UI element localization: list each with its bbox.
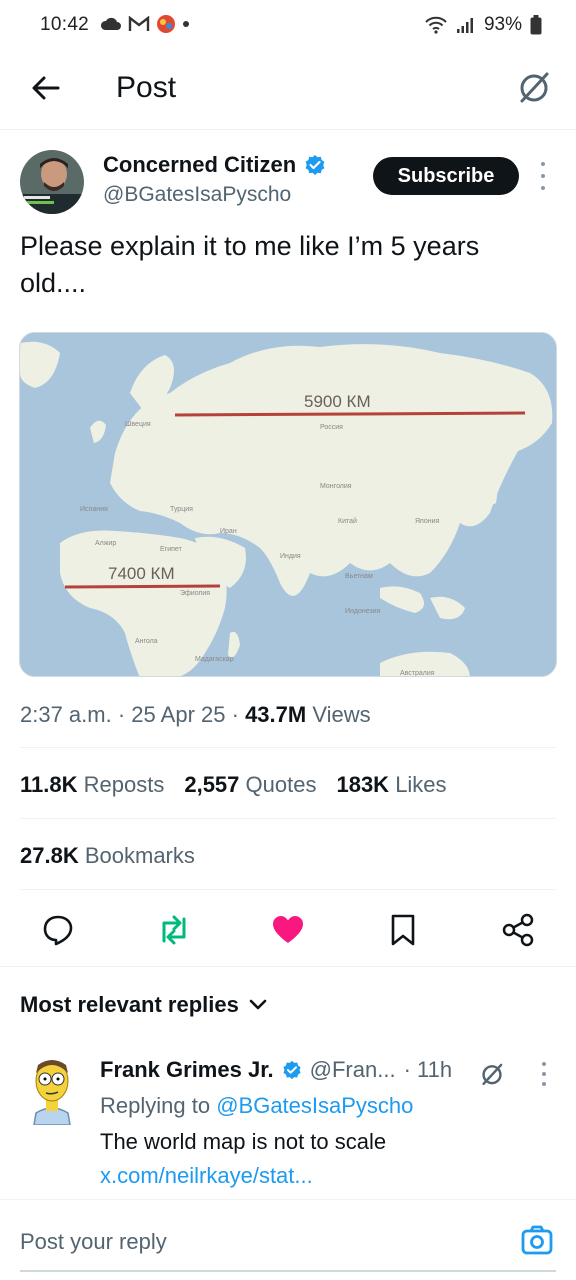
status-time: 10:42	[40, 14, 90, 35]
post-meta: 2:37 a.m. · 25 Apr 25 · 43.7M Views	[20, 702, 371, 727]
reply-author-row[interactable]: Frank Grimes Jr. @Fran... · 11h	[100, 1057, 452, 1083]
views-count: 43.7M	[245, 702, 307, 727]
section-divider	[0, 966, 576, 967]
grok-icon[interactable]	[478, 1060, 506, 1088]
verified-badge-icon	[283, 1060, 301, 1080]
cloud-icon	[100, 17, 121, 30]
reply-input[interactable]: Post your reply	[20, 1229, 167, 1255]
post-image-map[interactable]: Россия Швеция Испания Турция Иран Монгол…	[19, 332, 557, 677]
divider	[20, 889, 556, 890]
bookmark-icon	[391, 914, 415, 946]
system-status: 93%	[424, 14, 542, 36]
replies-sort-label: Most relevant replies	[20, 992, 239, 1017]
svg-text:Египет: Египет	[160, 546, 183, 553]
back-arrow-icon[interactable]	[28, 70, 64, 106]
grok-icon[interactable]	[514, 67, 554, 107]
battery-icon	[530, 15, 542, 35]
gmail-icon	[128, 16, 150, 31]
post-text: Please explain it to me like I’m 5 years…	[20, 231, 480, 298]
input-underline	[20, 1270, 556, 1272]
top-bar: Post	[0, 52, 576, 130]
post-time: 2:37 a.m.	[20, 702, 112, 727]
svg-text:Китай: Китай	[338, 517, 357, 525]
reply-author-name[interactable]: Frank Grimes Jr.	[100, 1057, 274, 1083]
camera-icon[interactable]	[519, 1222, 555, 1258]
map-label-africa: 7400 КМ	[108, 564, 175, 583]
divider	[20, 747, 556, 748]
svg-text:Монголия: Монголия	[320, 483, 352, 490]
heart-icon	[273, 916, 303, 943]
bookmarks-stat[interactable]: 27.8K Bookmarks	[20, 843, 195, 869]
more-options-icon[interactable]	[534, 162, 552, 190]
dot-icon	[183, 21, 189, 27]
quotes-stat[interactable]: 2,557 Quotes	[184, 772, 316, 798]
share-button[interactable]	[498, 905, 538, 955]
likes-stat[interactable]: 183K Likes	[336, 772, 446, 798]
reply-avatar[interactable]	[22, 1055, 82, 1126]
author-name-row[interactable]: Concerned Citizen	[103, 152, 326, 178]
page-title: Post	[116, 71, 177, 104]
map-label-russia: 5900 КМ	[304, 392, 371, 411]
svg-text:Испания: Испания	[80, 506, 108, 513]
svg-text:Швеция: Швеция	[125, 421, 151, 428]
replying-to-handle-link[interactable]: @BGatesIsaPyscho	[216, 1093, 413, 1118]
chevron-down-icon	[249, 999, 267, 1010]
compose-divider	[0, 1199, 576, 1200]
svg-text:Алжир: Алжир	[95, 540, 116, 547]
repost-icon	[162, 915, 186, 945]
reply-text: The world map is not to scale	[100, 1129, 387, 1154]
views-label: Views	[312, 702, 371, 727]
reply-icon	[43, 915, 73, 946]
reply-link[interactable]: x.com/neilrkaye/stat...	[100, 1163, 313, 1189]
svg-text:Турция: Турция	[170, 506, 193, 513]
verified-badge-icon	[305, 155, 325, 175]
svg-text:Индонезия: Индонезия	[345, 608, 381, 615]
author-avatar[interactable]	[20, 150, 84, 214]
svg-text:Австралия: Австралия	[400, 670, 435, 677]
svg-text:Ангола: Ангола	[135, 638, 158, 645]
battery-percent: 93%	[483, 14, 522, 35]
divider	[20, 818, 556, 819]
like-button[interactable]	[268, 905, 308, 955]
app-notification-icon	[157, 15, 175, 33]
reply-time: · 11h	[403, 1057, 453, 1082]
svg-text:Россия: Россия	[320, 424, 343, 431]
reposts-stat[interactable]: 11.8K Reposts	[20, 772, 164, 798]
status-bar: 10:42 93%	[0, 0, 576, 52]
repost-button[interactable]	[154, 905, 194, 955]
svg-text:Индия: Индия	[280, 553, 301, 560]
share-icon	[502, 913, 534, 947]
bookmark-button[interactable]	[383, 905, 423, 955]
svg-text:Эфиопия: Эфиопия	[180, 590, 210, 597]
engagement-stats: 11.8K Reposts 2,557 Quotes 183K Likes	[20, 772, 447, 798]
reply-button[interactable]	[38, 905, 78, 955]
author-handle[interactable]: @BGatesIsaPyscho	[103, 183, 291, 207]
notification-icons	[100, 14, 190, 34]
action-bar	[0, 905, 576, 955]
svg-text:Мадагаскар: Мадагаскар	[195, 656, 234, 663]
svg-text:Вьетнам: Вьетнам	[345, 573, 373, 580]
replies-sort-dropdown[interactable]: Most relevant replies	[20, 992, 267, 1018]
signal-icon	[456, 18, 473, 33]
reply-more-options-icon[interactable]	[537, 1062, 551, 1086]
replying-to: Replying to @BGatesIsaPyscho	[100, 1093, 414, 1118]
reply-author-handle[interactable]: @Fran...	[310, 1057, 396, 1083]
svg-text:Япония: Япония	[415, 518, 440, 525]
author-name[interactable]: Concerned Citizen	[103, 152, 296, 178]
svg-text:Иран: Иран	[220, 528, 237, 535]
post-date: 25 Apr 25	[131, 702, 226, 727]
subscribe-button[interactable]: Subscribe	[373, 157, 519, 195]
wifi-icon	[425, 16, 447, 34]
